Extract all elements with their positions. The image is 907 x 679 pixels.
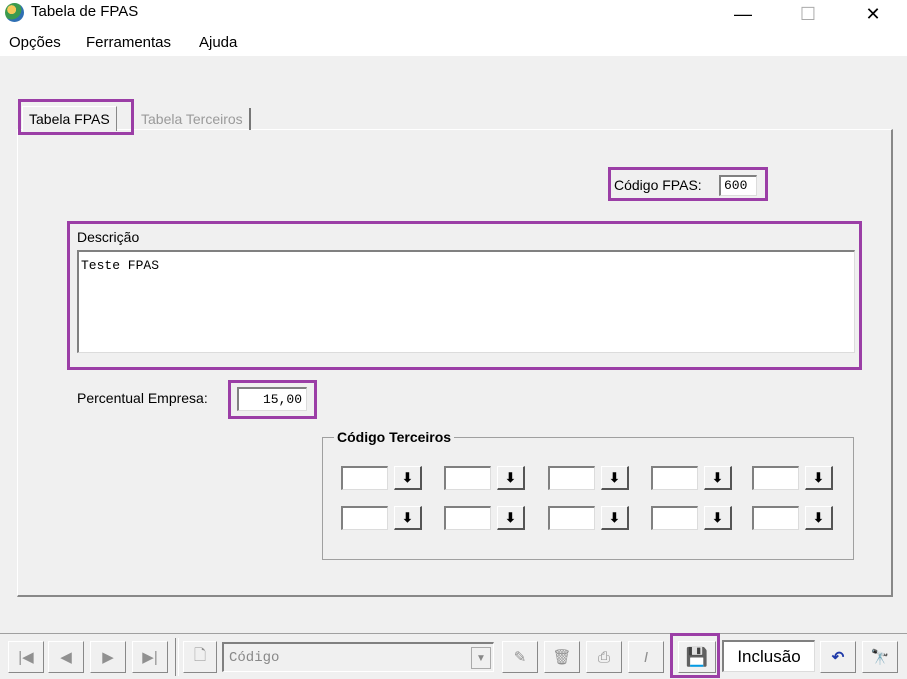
codigo-terceiros-title: Código Terceiros xyxy=(334,429,455,445)
edit-document-icon[interactable]: ✎ xyxy=(502,641,538,673)
terceiro-input-7[interactable] xyxy=(444,506,491,530)
terceiro-lookup-button-1[interactable]: ⬇ xyxy=(394,466,422,490)
terceiro-input-1[interactable] xyxy=(341,466,388,490)
terceiro-lookup-button-4[interactable]: ⬇ xyxy=(704,466,732,490)
new-document-icon[interactable]: 🗋 xyxy=(183,641,217,673)
codigo-search-placeholder: Código xyxy=(229,650,280,666)
next-record-button[interactable]: ▶ xyxy=(90,641,126,673)
window-title: Tabela de FPAS xyxy=(31,3,139,20)
terceiro-lookup-button-2[interactable]: ⬇ xyxy=(497,466,525,490)
mode-status: Inclusão xyxy=(722,640,815,672)
terceiro-lookup-button-7[interactable]: ⬇ xyxy=(497,506,525,530)
delete-trash-icon[interactable]: 🗑 xyxy=(544,641,580,673)
terceiro-lookup-button-5[interactable]: ⬇ xyxy=(805,466,833,490)
highlight-percentual xyxy=(228,380,317,419)
terceiro-lookup-button-9[interactable]: ⬇ xyxy=(704,506,732,530)
highlight-tab-fpas xyxy=(18,99,134,135)
percentual-empresa-label: Percentual Empresa: xyxy=(77,390,208,406)
toolbar-separator xyxy=(175,638,179,676)
highlight-save-button xyxy=(670,633,720,678)
terceiro-input-3[interactable] xyxy=(548,466,595,490)
terceiro-lookup-button-8[interactable]: ⬇ xyxy=(601,506,629,530)
highlight-descricao xyxy=(67,221,862,370)
terceiro-input-2[interactable] xyxy=(444,466,491,490)
terceiro-lookup-button-6[interactable]: ⬇ xyxy=(394,506,422,530)
terceiro-input-8[interactable] xyxy=(548,506,595,530)
terceiro-input-6[interactable] xyxy=(341,506,388,530)
terceiro-lookup-button-10[interactable]: ⬇ xyxy=(805,506,833,530)
last-record-button[interactable]: ▶| xyxy=(132,641,168,673)
terceiro-input-10[interactable] xyxy=(752,506,799,530)
menu-ajuda[interactable]: Ajuda xyxy=(199,34,237,51)
minimize-button[interactable]: — xyxy=(720,0,766,28)
codigo-search-combo[interactable]: Código ▼ xyxy=(222,642,494,672)
chevron-down-icon[interactable]: ▼ xyxy=(471,647,491,669)
terceiro-lookup-button-3[interactable]: ⬇ xyxy=(601,466,629,490)
highlight-codigo-fpas xyxy=(608,167,768,201)
maximize-button[interactable]: ☐ xyxy=(785,0,831,28)
previous-record-button[interactable]: ◀ xyxy=(48,641,84,673)
terceiro-input-4[interactable] xyxy=(651,466,698,490)
menu-opcoes[interactable]: Opções xyxy=(9,34,61,51)
italic-icon[interactable]: I xyxy=(628,641,664,673)
terceiro-input-9[interactable] xyxy=(651,506,698,530)
terceiro-input-5[interactable] xyxy=(752,466,799,490)
print-icon[interactable]: ⎙ xyxy=(586,641,622,673)
binoculars-search-icon[interactable]: 🔭 xyxy=(862,641,898,673)
undo-icon[interactable]: ↶ xyxy=(820,641,856,673)
app-icon xyxy=(5,3,24,22)
codigo-terceiros-group xyxy=(322,437,854,560)
close-button[interactable]: ✕ xyxy=(850,0,896,28)
tab-tabela-terceiros[interactable]: Tabela Terceiros xyxy=(135,108,251,130)
menu-ferramentas[interactable]: Ferramentas xyxy=(86,34,171,51)
first-record-button[interactable]: |◀ xyxy=(8,641,44,673)
